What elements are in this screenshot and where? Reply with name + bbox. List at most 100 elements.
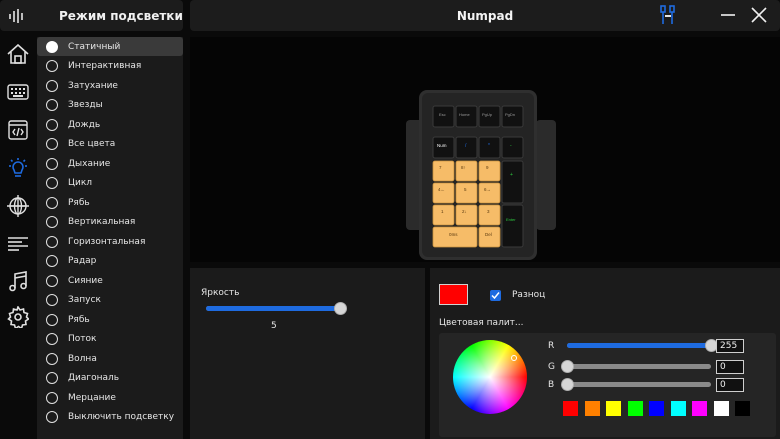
brightness-slider[interactable]: [206, 302, 347, 315]
mode-label: Мерцание: [68, 392, 116, 403]
color-swatch[interactable]: [606, 401, 621, 416]
mode-item-static[interactable]: Статичный: [37, 37, 183, 56]
color-wheel-picker[interactable]: [511, 355, 517, 361]
radio-button[interactable]: [46, 274, 58, 287]
lighting-icon[interactable]: [4, 154, 32, 182]
color-swatch[interactable]: [649, 401, 664, 416]
mode-item-fade[interactable]: Затухание: [37, 76, 183, 95]
key-minus[interactable]: [501, 136, 524, 159]
radio-button[interactable]: [46, 177, 58, 189]
radio-button[interactable]: [46, 313, 58, 326]
key-8[interactable]: [455, 160, 478, 182]
radio-button[interactable]: [46, 391, 58, 404]
key-9[interactable]: [478, 160, 501, 182]
mode-item-radar[interactable]: Радар: [37, 252, 183, 271]
radio-button[interactable]: [46, 118, 58, 131]
macro-icon[interactable]: [4, 116, 32, 144]
radio-button[interactable]: [46, 138, 58, 150]
mode-item-all-colors[interactable]: Все цвета: [37, 135, 183, 154]
key-7[interactable]: [432, 160, 455, 182]
color-swatch[interactable]: [670, 401, 686, 416]
radio-button[interactable]: [46, 235, 58, 248]
color-swatch[interactable]: [713, 401, 729, 416]
red-slider[interactable]: [567, 339, 718, 352]
key-3[interactable]: [478, 204, 501, 226]
key-0[interactable]: [432, 226, 478, 248]
mode-label: Все цвета: [68, 139, 116, 149]
key-4[interactable]: [432, 182, 455, 204]
mode-item-ripple-2[interactable]: Рябь: [37, 310, 183, 329]
radio-button[interactable]: [46, 255, 58, 267]
mode-item-launch[interactable]: Запуск: [37, 291, 183, 310]
green-slider-thumb[interactable]: [561, 360, 574, 373]
radio-button[interactable]: [46, 40, 58, 53]
key-1[interactable]: [432, 204, 455, 226]
key-5[interactable]: [455, 182, 478, 204]
blue-value-input[interactable]: 0: [716, 378, 744, 392]
red-value-input[interactable]: 255: [716, 339, 744, 353]
settings-icon[interactable]: [4, 303, 32, 331]
radio-button[interactable]: [46, 157, 58, 170]
key-enter[interactable]: [501, 204, 524, 248]
radio-button[interactable]: [46, 411, 58, 423]
music-icon[interactable]: [4, 268, 32, 296]
radio-button[interactable]: [46, 99, 58, 111]
minimize-icon[interactable]: [717, 4, 739, 26]
numpad-illustration: Esc Home PgUp PgDn Num / * - 7 8↑ 9 4← 5…: [406, 90, 556, 260]
mode-item-flicker[interactable]: Мерцание: [37, 388, 183, 407]
list-icon[interactable]: [4, 230, 32, 258]
mode-item-lighting-off[interactable]: Выключить подсветку: [37, 408, 183, 427]
color-swatch[interactable]: [584, 401, 600, 416]
key-6[interactable]: [478, 182, 501, 204]
blue-slider-thumb[interactable]: [561, 378, 574, 391]
color-wheel[interactable]: [453, 340, 527, 414]
mode-label: Волна: [68, 353, 97, 364]
mode-label: Рябь: [68, 197, 90, 208]
mode-label: Поток: [68, 334, 97, 344]
radio-button[interactable]: [46, 60, 58, 72]
mode-item-rain[interactable]: Дождь: [37, 115, 183, 134]
mode-label: Диагональ: [68, 373, 120, 383]
brightness-slider-fill: [206, 306, 340, 311]
mode-item-vertical[interactable]: Вертикальная: [37, 213, 183, 232]
mode-item-flow[interactable]: Поток: [37, 330, 183, 349]
color-swatch[interactable]: [563, 401, 578, 416]
key-plus[interactable]: [501, 160, 524, 204]
color-swatch[interactable]: [735, 401, 750, 416]
mode-item-stars[interactable]: Звезды: [37, 96, 183, 115]
globe-icon[interactable]: [4, 192, 32, 220]
key-6-label: 6→: [484, 187, 491, 192]
mode-item-interactive[interactable]: Интерактивная: [37, 57, 183, 76]
radio-button[interactable]: [46, 333, 58, 345]
color-swatch[interactable]: [692, 401, 707, 416]
radio-button[interactable]: [46, 196, 58, 209]
mode-item-glow[interactable]: Сияние: [37, 271, 183, 290]
mode-item-wave[interactable]: Волна: [37, 349, 183, 368]
mode-item-diagonal[interactable]: Диагональ: [37, 369, 183, 388]
mode-item-cycle[interactable]: Цикл: [37, 174, 183, 193]
mode-item-breathing[interactable]: Дыхание: [37, 154, 183, 173]
keyboard-icon[interactable]: [4, 78, 32, 106]
brightness-panel: Яркость 5: [190, 268, 425, 439]
color-swatch[interactable]: [627, 401, 643, 416]
radio-button[interactable]: [46, 216, 58, 228]
blue-slider[interactable]: [561, 378, 711, 391]
radio-button[interactable]: [46, 79, 58, 92]
close-icon[interactable]: [748, 4, 770, 26]
random-color-checkbox[interactable]: [490, 290, 501, 301]
key-divide[interactable]: [455, 136, 478, 159]
green-slider[interactable]: [561, 360, 711, 373]
selected-color-swatch[interactable]: [439, 284, 468, 305]
radio-button[interactable]: [46, 352, 58, 365]
key-del[interactable]: [478, 226, 501, 248]
mode-item-horizontal[interactable]: Горизонтальная: [37, 232, 183, 251]
radio-button[interactable]: [46, 294, 58, 306]
green-value-input[interactable]: 0: [716, 360, 744, 374]
mode-item-ripple[interactable]: Рябь: [37, 193, 183, 212]
usb-icon[interactable]: [657, 4, 679, 26]
radio-button[interactable]: [46, 372, 58, 384]
key-2[interactable]: [455, 204, 478, 226]
home-icon[interactable]: [4, 40, 32, 68]
red-label: R: [548, 341, 555, 351]
brightness-slider-thumb[interactable]: [334, 302, 347, 315]
